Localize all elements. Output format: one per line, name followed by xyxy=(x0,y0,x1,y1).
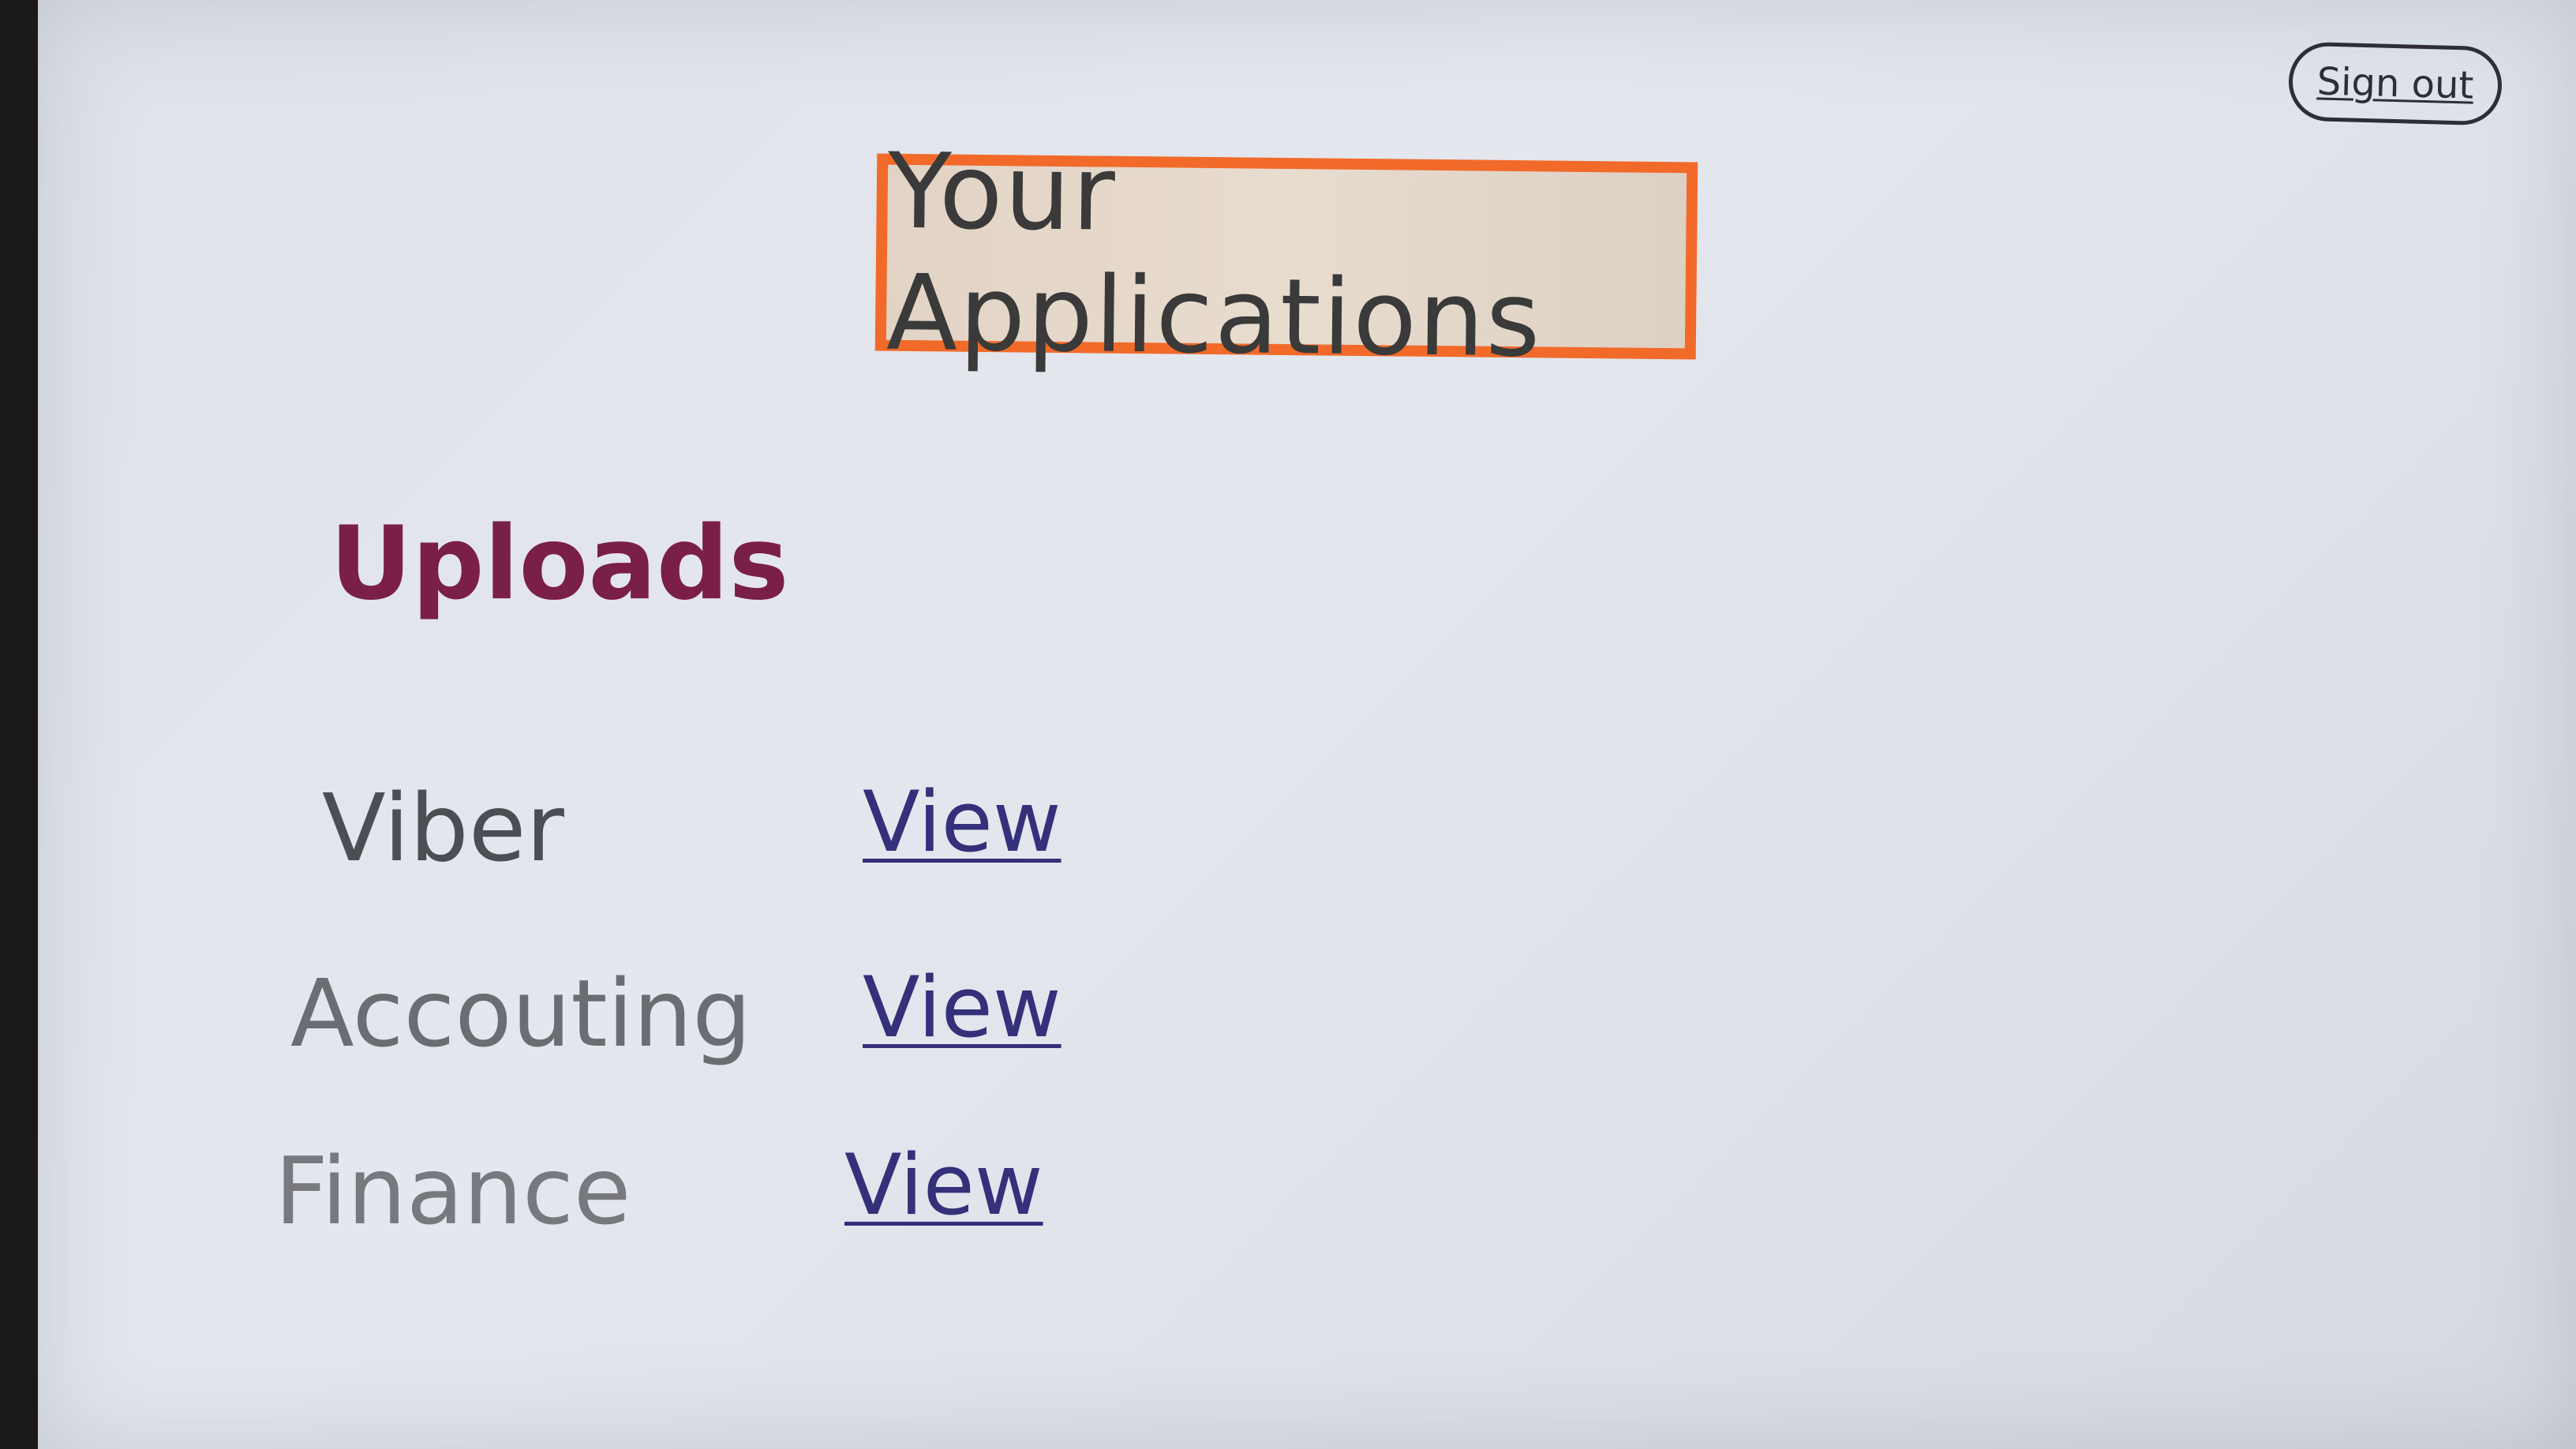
application-name: Accouting xyxy=(290,959,752,1068)
application-row: Viber View xyxy=(38,773,1143,884)
page-title-box: Your Applications xyxy=(874,131,1698,380)
application-row: Accouting View xyxy=(38,959,1143,1069)
application-row: Finance View xyxy=(38,1136,1143,1247)
view-link[interactable]: View xyxy=(844,1136,1043,1234)
page-title: Your Applications xyxy=(886,130,1543,381)
sketch-page: Sign out Your Applications Uploads Viber… xyxy=(38,0,2576,1449)
uploads-heading: Uploads xyxy=(330,505,789,623)
application-name: Finance xyxy=(275,1136,631,1245)
application-name: Viber xyxy=(322,773,564,882)
view-link[interactable]: View xyxy=(863,773,1061,871)
sign-out-label: Sign out xyxy=(2316,59,2474,108)
view-link[interactable]: View xyxy=(863,959,1061,1056)
sign-out-button[interactable]: Sign out xyxy=(2287,41,2503,126)
